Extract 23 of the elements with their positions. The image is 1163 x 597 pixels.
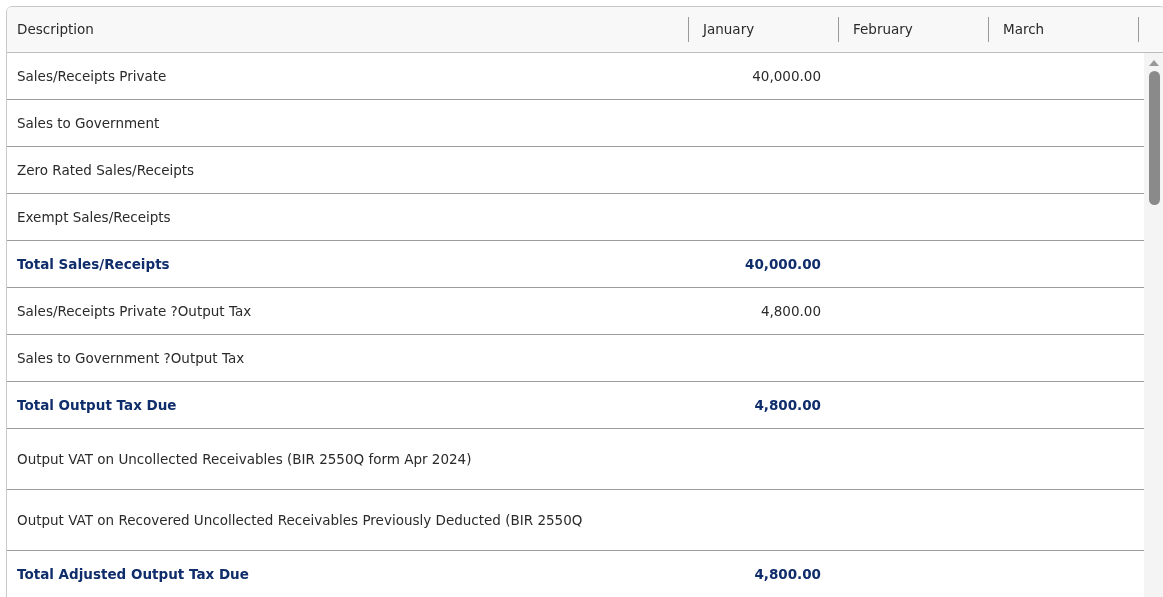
table-cell-text: Exempt Sales/Receipts xyxy=(16,209,172,225)
scrollbar[interactable] xyxy=(1144,53,1163,597)
table-cell-text: Output VAT on Uncollected Receivables (BIR 2550Q form Apr 2024) xyxy=(16,451,473,467)
table-cell-text: Zero Rated Sales/Receipts xyxy=(16,162,196,178)
column-header[interactable]: January xyxy=(688,7,838,52)
table-cell-text: 4,800.00 xyxy=(753,397,822,413)
scrollbar-thumb[interactable] xyxy=(1148,71,1160,205)
table-cell-text: Total Adjusted Output Tax Due xyxy=(16,566,250,582)
table-cell-text: Sales/Receipts Private ?Output Tax xyxy=(16,303,253,319)
table-cell-text: Total Sales/Receipts xyxy=(16,256,171,272)
column-header[interactable]: March xyxy=(988,7,1138,52)
table-cell-text: Sales to Government xyxy=(16,115,161,131)
table-cell-text: 4,800.00 xyxy=(759,303,822,319)
table-cell-text: 40,000.00 xyxy=(751,68,822,84)
column-header[interactable]: Description xyxy=(7,7,688,52)
table-cell-text: Sales to Government ?Output Tax xyxy=(16,350,246,366)
table-cell-text: 4,800.00 xyxy=(753,566,822,582)
table-cell-text: Total Output Tax Due xyxy=(16,397,178,413)
table-cell-text: Output VAT on Recovered Uncollected Receivables Previously Deducted (BIR 2550Q xyxy=(16,512,584,528)
table-cell-text: 40,000.00 xyxy=(744,256,822,272)
column-header[interactable]: February xyxy=(838,7,988,52)
table-cell-text: Sales/Receipts Private xyxy=(16,68,168,84)
scroll-up-icon[interactable] xyxy=(1148,59,1160,67)
